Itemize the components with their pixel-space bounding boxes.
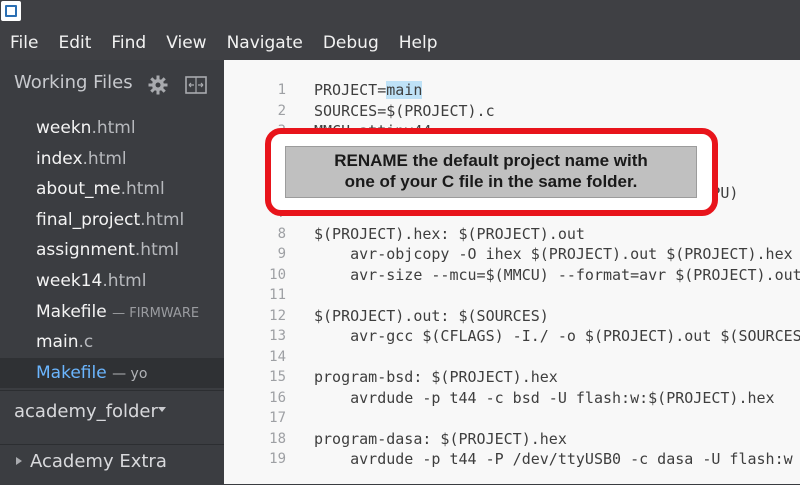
line-text: $(PROJECT).hex: $(PROJECT).out — [314, 224, 585, 245]
title-bar — [0, 0, 800, 26]
file-item[interactable]: final_project.html — [0, 205, 224, 236]
code-line: 18 program-dasa: $(PROJECT).hex — [224, 429, 800, 450]
code-text: $(PROJECT).out: $(SOURCES) — [314, 306, 549, 325]
file-item[interactable]: index.html — [0, 144, 224, 175]
line-number: 8 — [277, 225, 286, 242]
line-text: SOURCES=$(PROJECT).c — [314, 101, 495, 122]
code-line: 14 — [224, 347, 800, 368]
code-text: PROJECT= — [314, 81, 387, 99]
code-text: avr-gcc $(CFLAGS) -I./ -o $(PROJECT).out… — [314, 327, 800, 345]
line-number: 15 — [269, 369, 286, 385]
gear-icon[interactable] — [148, 75, 168, 95]
line-number: 13 — [269, 328, 286, 344]
line-text: program-bsd: $(PROJECT).hex — [314, 367, 558, 388]
line-text: program-dasa: $(PROJECT).hex — [314, 429, 567, 450]
sidebar: Working Files weekn.html index.html abou… — [0, 60, 224, 484]
selected-text: main — [386, 81, 423, 99]
menu-edit[interactable]: Edit — [48, 26, 101, 60]
code-line: 16 avrdude -p t44 -c bsd -U flash:w:$(PR… — [224, 388, 800, 409]
code-text: SOURCES=$(PROJECT).c — [314, 101, 495, 120]
menu-bar: File Edit Find View Navigate Debug Help — [0, 26, 800, 60]
line-number: 2 — [277, 102, 286, 119]
annotation-callout: RENAME the default project name with one… — [265, 128, 718, 216]
line-number: 19 — [269, 451, 286, 467]
menu-view[interactable]: View — [156, 26, 216, 60]
code-line: 12 $(PROJECT).out: $(SOURCES) — [224, 306, 800, 327]
line-number: 14 — [269, 348, 286, 365]
line-number: 18 — [269, 430, 286, 447]
split-view-icon[interactable] — [185, 76, 207, 94]
code-text: avrdude -p t44 -c bsd -U flash:w:$(PROJE… — [314, 388, 775, 407]
file-item[interactable]: main.c — [0, 327, 224, 358]
annotation-line: RENAME the default project name with — [334, 151, 648, 170]
code-text: $(PROJECT).hex: $(PROJECT).out — [314, 224, 585, 243]
line-number: 11 — [269, 287, 286, 303]
line-text: avrdude -p t44 -c bsd -U flash:w:$(PROJE… — [314, 388, 775, 409]
brackets-app-icon — [1, 1, 21, 21]
code-line: 11 — [224, 285, 800, 306]
menu-help[interactable]: Help — [389, 26, 448, 60]
line-text: avr-gcc $(CFLAGS) -I./ -o $(PROJECT).out… — [314, 326, 800, 347]
code-line: 2 SOURCES=$(PROJECT).c — [224, 101, 800, 122]
project-dropdown[interactable]: academy_folder — [0, 390, 224, 433]
code-editor[interactable]: 1PROJECT=main2SOURCES=$(PROJECT).c3MMCU=… — [224, 60, 800, 484]
file-item[interactable]: about_me.html — [0, 174, 224, 205]
menu-navigate[interactable]: Navigate — [217, 26, 313, 60]
line-text: avrdude -p t44 -P /dev/ttyUSB0 -c dasa -… — [314, 449, 793, 470]
code-text: avrdude -p t44 -P /dev/ttyUSB0 -c dasa -… — [314, 450, 793, 468]
code-text: program-bsd: $(PROJECT).hex — [314, 368, 558, 386]
annotation-line: one of your C file in the same folder. — [344, 172, 638, 191]
line-number: 1 — [277, 82, 286, 98]
line-text: $(PROJECT).out: $(SOURCES) — [314, 306, 549, 327]
menu-find[interactable]: Find — [101, 26, 156, 60]
code-text: avr-size --mcu=$(MMCU) --format=avr $(PR… — [314, 265, 800, 284]
code-line: 17 — [224, 408, 800, 429]
caret-down-icon — [158, 407, 166, 412]
project-name: academy_folder — [14, 401, 158, 422]
line-text: PROJECT=main — [314, 80, 423, 101]
line-text: avr-objcopy -O ihex $(PROJECT).out $(PRO… — [314, 244, 793, 265]
file-item[interactable]: assignment.html — [0, 235, 224, 266]
caret-right-icon — [16, 457, 22, 465]
menu-file[interactable]: File — [0, 26, 48, 60]
code-line: 10 avr-size --mcu=$(MMCU) --format=avr $… — [224, 265, 800, 286]
line-number: 10 — [269, 266, 286, 283]
line-number: 17 — [269, 410, 286, 426]
code-line: 1 PROJECT=main — [224, 80, 800, 101]
code-text: program-dasa: $(PROJECT).hex — [314, 429, 567, 448]
line-number: 16 — [269, 389, 286, 406]
folder-name: Academy Extra — [30, 451, 167, 472]
code-line: 8 $(PROJECT).hex: $(PROJECT).out — [224, 224, 800, 245]
menu-debug[interactable]: Debug — [313, 26, 389, 60]
code-line: 9 avr-objcopy -O ihex $(PROJECT).out $(P… — [224, 244, 800, 265]
code-text: avr-objcopy -O ihex $(PROJECT).out $(PRO… — [314, 245, 793, 263]
line-text: avr-size --mcu=$(MMCU) --format=avr $(PR… — [314, 265, 800, 286]
line-number: 12 — [269, 307, 286, 324]
file-item[interactable]: Makefile — FIRMWARE — [0, 297, 224, 328]
annotation-box: RENAME the default project name with one… — [285, 146, 697, 198]
working-files-title: Working Files — [14, 72, 133, 93]
code-line: 15 program-bsd: $(PROJECT).hex — [224, 367, 800, 388]
line-number: 9 — [277, 246, 286, 262]
working-files-list: weekn.html index.html about_me.html fina… — [0, 113, 224, 389]
code-line: 19 avrdude -p t44 -P /dev/ttyUSB0 -c das… — [224, 449, 800, 470]
file-item-active[interactable]: Makefile — yo — [0, 357, 224, 389]
folder-tree-item[interactable]: Academy Extra — [0, 444, 224, 485]
file-item[interactable]: weekn.html — [0, 113, 224, 144]
file-item[interactable]: week14.html — [0, 266, 224, 297]
working-files-header: Working Files — [0, 60, 224, 110]
code-line: 13 avr-gcc $(CFLAGS) -I./ -o $(PROJECT).… — [224, 326, 800, 347]
